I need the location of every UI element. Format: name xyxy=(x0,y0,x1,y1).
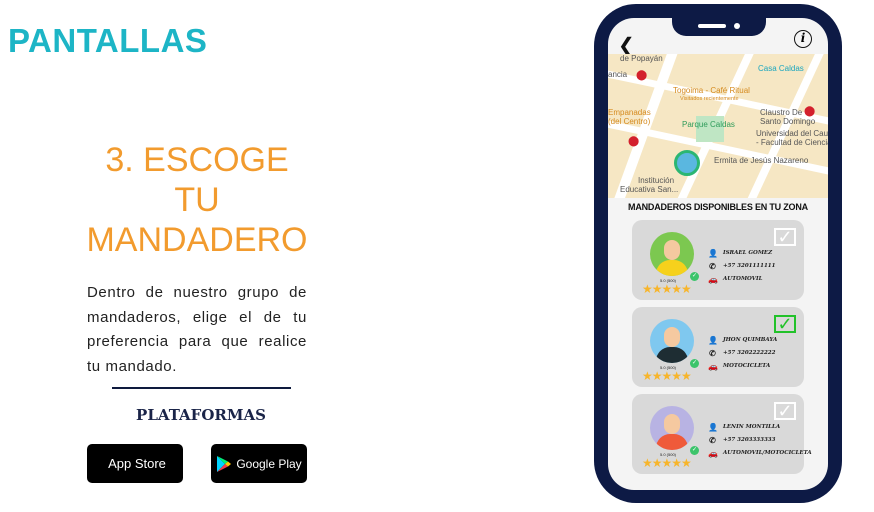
platforms-label: PLATAFORMAS xyxy=(136,406,266,424)
app-store-button[interactable]: App Store xyxy=(87,444,183,483)
courier-vehicle-row: 🚗 AUTOMOVIL xyxy=(708,274,762,284)
verified-icon: ✓ xyxy=(690,359,699,368)
verified-icon: ✓ xyxy=(690,446,699,455)
divider xyxy=(112,387,291,389)
map-label: Visitados recientemente xyxy=(680,96,739,102)
courier-phone-row: ✆ +57 3201111111 xyxy=(708,261,775,271)
map-pin-icon[interactable]: ⬤ xyxy=(636,70,647,81)
google-play-icon xyxy=(217,455,232,472)
courier-card[interactable]: 5.0 (500) ★★★★★ ✓ ✓ 👤 LENIN MONTILLA ✆ +57… xyxy=(632,394,812,474)
list-title: MANDADEROS DISPONIBLES EN TU ZONA xyxy=(628,202,808,212)
courier-card[interactable]: 5.0 (500) ★★★★★ ✓ ✓ 👤 ISRAEL GOMEZ ✆ +57 3… xyxy=(632,220,804,300)
vehicle-icon: 🚗 xyxy=(708,361,718,371)
star-rating-icon: ★★★★★ xyxy=(642,456,692,470)
courier-avatar xyxy=(650,232,694,276)
courier-card[interactable]: 5.0 (500) ★★★★★ ✓ ✓ 👤 JHON QUIMBAYA ✆ +57 … xyxy=(632,307,804,387)
courier-avatar xyxy=(650,406,694,450)
courier-vehicle-row: 🚗 MOTOCICLETA xyxy=(708,361,770,371)
vehicle-icon: 🚗 xyxy=(708,448,718,458)
courier-name: JHON QUIMBAYA xyxy=(723,337,778,343)
heading-line: MANDADERO xyxy=(86,221,308,259)
courier-vehicle-row: 🚗 AUTOMOVIL/MOTOCICLETA xyxy=(708,448,812,458)
map-label: - Facultad de Ciencia xyxy=(756,138,828,147)
star-rating-icon: ★★★★★ xyxy=(642,369,692,383)
map-label: ancia xyxy=(608,70,628,79)
courier-name: LENIN MONTILLA xyxy=(723,424,781,430)
courier-phone: +57 3202222222 xyxy=(723,350,776,356)
courier-vehicle: AUTOMOVIL xyxy=(723,276,763,282)
page-title: PANTALLAS xyxy=(8,22,208,59)
courier-vehicle: AUTOMOVIL/MOTOCICLETA xyxy=(723,450,812,456)
section-heading: 3. ESCOGE TU MANDADERO xyxy=(80,140,314,260)
map-label: Empanadas xyxy=(608,108,651,117)
courier-name-row: 👤 JHON QUIMBAYA xyxy=(708,335,777,345)
heading-line: 3. ESCOGE xyxy=(105,141,289,179)
courier-avatar xyxy=(650,319,694,363)
phone-notch xyxy=(672,18,766,36)
verified-icon: ✓ xyxy=(690,272,699,281)
map-label: de Popayán xyxy=(620,54,663,63)
map-pin-icon[interactable]: ⬤ xyxy=(628,136,639,147)
google-play-label: Google Play xyxy=(236,456,302,471)
user-icon: 👤 xyxy=(708,335,718,345)
description: Dentro de nuestro grupo de mandaderos, e… xyxy=(87,284,307,375)
info-icon[interactable]: i xyxy=(794,30,812,48)
map-label: Parque Caldas xyxy=(682,120,735,129)
user-location-icon[interactable] xyxy=(674,150,700,176)
phone-icon: ✆ xyxy=(709,348,716,358)
vehicle-icon: 🚗 xyxy=(708,274,718,284)
map-label: Casa Caldas xyxy=(758,64,804,73)
heading-line: TU xyxy=(174,181,220,219)
select-checkbox[interactable]: ✓ xyxy=(774,228,796,246)
map-label: Educativa San... xyxy=(620,185,679,194)
courier-vehicle: MOTOCICLETA xyxy=(723,363,771,369)
map-label: Claustro De xyxy=(760,108,803,117)
phone-icon: ✆ xyxy=(709,435,716,445)
app-store-label: App Store xyxy=(108,456,166,471)
map-label: (del Centro) xyxy=(608,117,651,126)
star-rating-icon: ★★★★★ xyxy=(642,282,692,296)
map-pin-icon[interactable]: ⬤ xyxy=(804,106,815,117)
map-label: Institución xyxy=(638,176,675,185)
google-play-button[interactable]: Google Play xyxy=(211,444,307,483)
map-label: Universidad del Cauca xyxy=(756,129,828,138)
courier-phone: +57 3201111111 xyxy=(723,263,776,269)
map-label: Ermita de Jesús Nazareno xyxy=(714,156,809,165)
phone-icon: ✆ xyxy=(709,261,716,271)
phone-screen: ❮ i de Popayán ancia Casa Caldas Togoima… xyxy=(608,18,828,490)
courier-name-row: 👤 ISRAEL GOMEZ xyxy=(708,248,772,258)
courier-name-row: 👤 LENIN MONTILLA xyxy=(708,422,780,432)
select-checkbox[interactable]: ✓ xyxy=(774,315,796,333)
courier-name: ISRAEL GOMEZ xyxy=(723,250,773,256)
user-icon: 👤 xyxy=(708,422,718,432)
courier-phone: +57 3203333333 xyxy=(723,437,776,443)
select-checkbox[interactable]: ✓ xyxy=(774,402,796,420)
map-label: Togoima - Café Ritual xyxy=(673,86,750,95)
courier-phone-row: ✆ +57 3203333333 xyxy=(708,435,775,445)
map-label: Santo Domingo xyxy=(760,117,816,126)
user-icon: 👤 xyxy=(708,248,718,258)
map[interactable]: de Popayán ancia Casa Caldas Togoima - C… xyxy=(608,54,828,198)
courier-phone-row: ✆ +57 3202222222 xyxy=(708,348,775,358)
